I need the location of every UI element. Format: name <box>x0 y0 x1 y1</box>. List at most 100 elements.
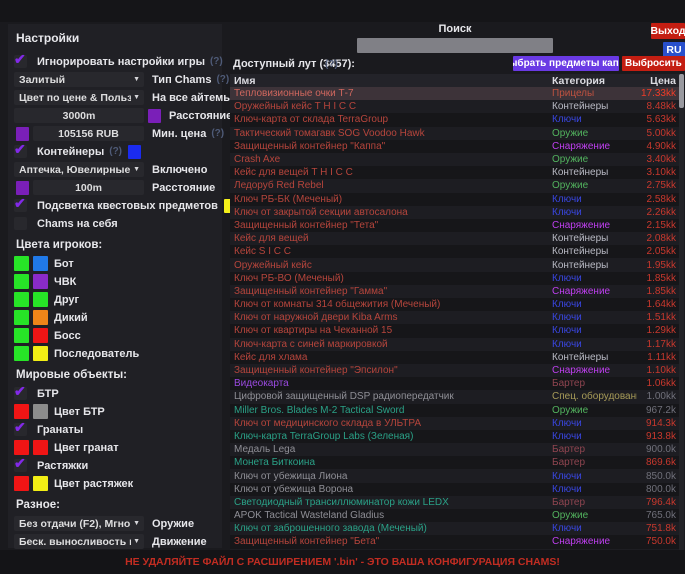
settings-row: Гранаты <box>14 421 216 438</box>
checkbox[interactable] <box>14 423 27 436</box>
table-row[interactable]: APOK Tactical Wasteland GladiusОружие765… <box>230 509 679 522</box>
color-swatch[interactable] <box>14 310 29 325</box>
color-swatch[interactable] <box>14 404 29 419</box>
color-swatch[interactable] <box>33 256 48 271</box>
table-row[interactable]: Ключ от заброшенного завода (Меченый)Клю… <box>230 522 679 535</box>
checkbox[interactable] <box>14 145 27 158</box>
scrollbar-thumb[interactable] <box>679 74 684 108</box>
language-button[interactable]: RU <box>663 42 685 57</box>
item-price: 751.8k <box>637 523 679 534</box>
settings-row: Залитый▼Тип Chams(?) <box>14 71 216 88</box>
table-row[interactable]: Crash AxeОружие3.40kk <box>230 153 679 166</box>
table-row[interactable]: Тактический томагавк SOG Voodoo HawkОруж… <box>230 127 679 140</box>
color-swatch[interactable] <box>16 127 29 141</box>
item-category: Оружие <box>552 154 637 165</box>
table-row[interactable]: Тепловизионные очки Т-7Прицелы17.33kk <box>230 87 679 100</box>
table-row[interactable]: Защищенный контейнер "Бета"Снаряжение750… <box>230 535 679 548</box>
settings-row: Цвет гранат <box>14 439 216 456</box>
color-swatch[interactable] <box>14 256 29 271</box>
table-row[interactable]: Ключ от наружной двери Kiba ArmsКлючи1.5… <box>230 311 679 324</box>
item-name: Оружейный кейс <box>230 260 552 271</box>
select-kappa-items-button[interactable]: Выбрать предметы каппа <box>513 56 619 71</box>
value-input[interactable]: 105156 RUB <box>33 126 144 141</box>
table-row[interactable]: Ледоруб Red RebelОружие2.75kk <box>230 179 679 192</box>
item-category: Снаряжение <box>552 286 637 297</box>
table-row[interactable]: Монета БиткоинаБартер869.6k <box>230 456 679 469</box>
value-input[interactable]: 100m <box>33 180 144 195</box>
item-name: Тактический томагавк SOG Voodoo Hawk <box>230 128 552 139</box>
color-swatch[interactable] <box>33 292 48 307</box>
table-row[interactable]: Кейс для вещей T H I C CКонтейнеры3.10kk <box>230 166 679 179</box>
color-swatch[interactable] <box>128 145 141 159</box>
color-swatch[interactable] <box>33 274 48 289</box>
table-row[interactable]: Оружейный кейс T H I C CКонтейнеры8.48kk <box>230 100 679 113</box>
table-row[interactable]: Защищенный контейнер "Тета"Снаряжение2.1… <box>230 219 679 232</box>
color-swatch[interactable] <box>14 476 29 491</box>
table-row[interactable]: Защищенный контейнер "Каппа"Снаряжение4.… <box>230 140 679 153</box>
table-row[interactable]: Светодиодный трансиллюминатор кожи LEDXБ… <box>230 496 679 509</box>
table-row[interactable]: Miller Bros. Blades M-2 Tactical SwordОр… <box>230 404 679 417</box>
item-name: APOK Tactical Wasteland Gladius <box>230 510 552 521</box>
chevron-down-icon: ▼ <box>131 538 144 545</box>
item-name: Ключ от комнаты 314 общежития (Меченый) <box>230 299 552 310</box>
checkbox[interactable] <box>14 217 27 230</box>
checkbox[interactable] <box>14 387 27 400</box>
item-category: Оружие <box>552 405 637 416</box>
search-input[interactable] <box>357 38 553 53</box>
table-row[interactable]: Ключ от закрытой секции автосалонаКлючи2… <box>230 206 679 219</box>
table-row[interactable]: Цифровой защищенный DSP радиопередатчикС… <box>230 390 679 403</box>
color-swatch[interactable] <box>14 440 29 455</box>
dropdown[interactable]: Цвет по цене & Пользователь▼ <box>14 90 144 105</box>
table-row[interactable]: Кейс для вещейКонтейнеры2.08kk <box>230 232 679 245</box>
table-row[interactable]: Оружейный кейсКонтейнеры1.95kk <box>230 258 679 271</box>
table-row[interactable]: Защищенный контейнер "Гамма"Снаряжение1.… <box>230 285 679 298</box>
color-swatch[interactable] <box>33 440 48 455</box>
checkbox[interactable] <box>14 55 27 68</box>
item-name: Crash Axe <box>230 154 552 165</box>
table-row[interactable]: Ключ от медицинского склада в УЛЬТРАКлюч… <box>230 417 679 430</box>
setting-label: БТР <box>37 388 59 400</box>
table-row[interactable]: Ключ-карта от склада TerraGroupКлючи5.63… <box>230 113 679 126</box>
table-row[interactable]: Кейс для хламаКонтейнеры1.11kk <box>230 351 679 364</box>
color-swatch[interactable] <box>33 346 48 361</box>
dropdown[interactable]: Без отдачи (F2), Мгновенное п▼ <box>14 516 144 531</box>
setting-label: Расстояние <box>169 110 232 122</box>
table-row[interactable]: Ключ от комнаты 314 общежития (Меченый)К… <box>230 298 679 311</box>
color-swatch[interactable] <box>14 346 29 361</box>
dropdown-value: Аптечка, Ювелирные и... <box>14 164 131 176</box>
item-name: Видеокарта <box>230 378 552 389</box>
color-swatch[interactable] <box>14 328 29 343</box>
dropdown[interactable]: Беск. выносливость и нет уста:▼ <box>14 534 144 549</box>
color-swatch[interactable] <box>14 274 29 289</box>
color-swatch[interactable] <box>33 404 48 419</box>
color-swatch[interactable] <box>14 292 29 307</box>
table-row[interactable]: Ключ от убежища ВоронаКлючи800.0k <box>230 483 679 496</box>
dropdown[interactable]: Залитый▼ <box>14 72 144 87</box>
setting-label: Контейнеры <box>37 146 104 158</box>
table-row[interactable]: Ключ от квартиры на Чеканной 15Ключи1.29… <box>230 324 679 337</box>
checkbox[interactable] <box>14 199 27 212</box>
exit-button[interactable]: Выход <box>651 23 685 39</box>
table-row[interactable]: Ключ-карта с синей маркировкойКлючи1.17k… <box>230 338 679 351</box>
color-swatch[interactable] <box>33 328 48 343</box>
table-row[interactable]: Ключ-карта TerraGroup Labs (Зеленая)Ключ… <box>230 430 679 443</box>
table-row[interactable]: Кейс S I C CКонтейнеры2.05kk <box>230 245 679 258</box>
color-swatch[interactable] <box>33 476 48 491</box>
color-swatch[interactable] <box>148 109 161 123</box>
table-row[interactable]: Ключ от убежища ЛионаКлючи850.0k <box>230 469 679 482</box>
color-swatch[interactable] <box>16 181 29 195</box>
table-row[interactable]: Медаль LegaБартер900.0k <box>230 443 679 456</box>
table-scrollbar[interactable] <box>679 74 684 550</box>
color-swatch[interactable] <box>33 310 48 325</box>
table-row[interactable]: Ключ РБ-БК (Меченый)Ключи2.58kk <box>230 193 679 206</box>
value-input[interactable]: 3000m <box>14 108 144 123</box>
item-price: 765.0k <box>637 510 679 521</box>
table-row[interactable]: Защищенный контейнер "Эпсилон"Снаряжение… <box>230 364 679 377</box>
table-row[interactable]: ВидеокартаБартер1.06kk <box>230 377 679 390</box>
settings-row: Цвет по цене & Пользователь▼На все айтем… <box>14 89 216 106</box>
dropdown[interactable]: Аптечка, Ювелирные и...▼ <box>14 162 144 177</box>
settings-panel: Настройки Игнорировать настройки игры(?)… <box>8 24 222 548</box>
drop-all-button[interactable]: Выбросить все <box>622 56 685 71</box>
checkbox[interactable] <box>14 459 27 472</box>
table-row[interactable]: Ключ РБ-ВО (Меченый)Ключи1.85kk <box>230 272 679 285</box>
